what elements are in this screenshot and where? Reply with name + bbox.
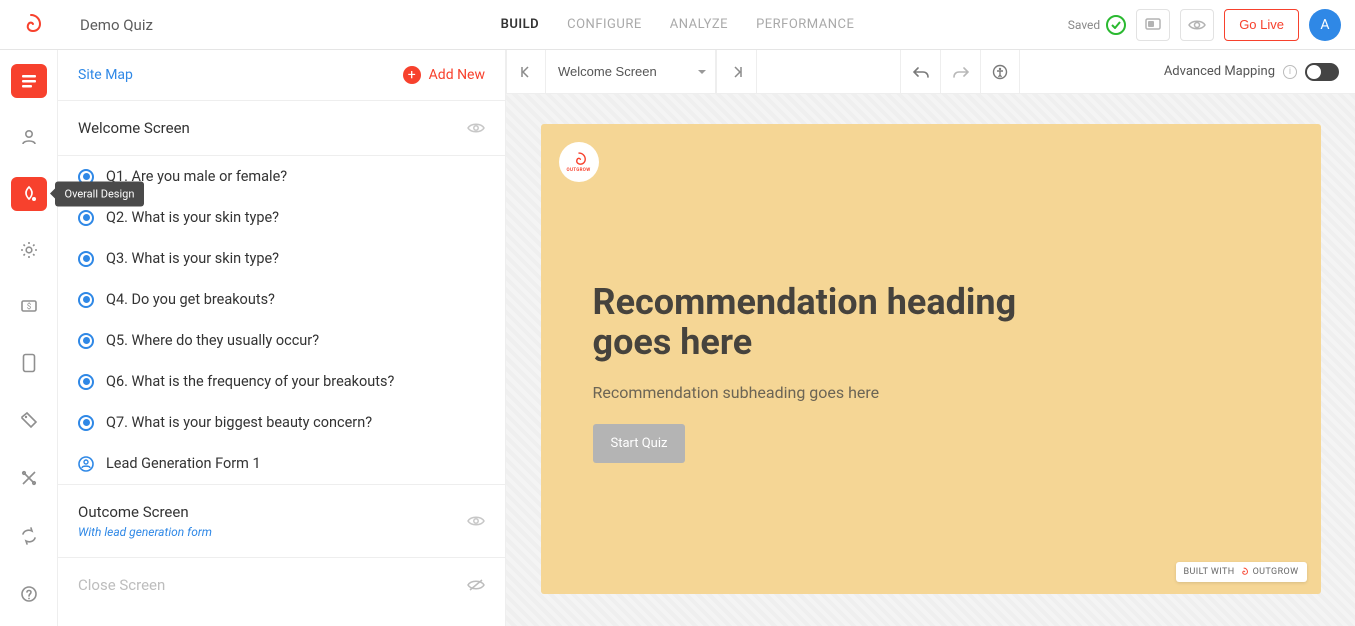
question-label: Q3. What is your skin type? — [106, 250, 279, 267]
welcome-screen-section[interactable]: Welcome Screen — [58, 101, 505, 156]
user-avatar[interactable]: A — [1309, 9, 1341, 41]
visibility-icon[interactable] — [467, 122, 485, 134]
advanced-mapping-label: Advanced Mapping — [1164, 64, 1275, 79]
device-toggle-button[interactable] — [1136, 9, 1170, 41]
undo-button[interactable] — [900, 50, 940, 94]
question-label: Q5. Where do they usually occur? — [106, 332, 319, 349]
close-screen-section[interactable]: Close Screen — [58, 558, 505, 612]
lead-form-label: Lead Generation Form 1 — [106, 455, 261, 472]
next-screen-button[interactable] — [717, 50, 757, 94]
badge-prefix: BUILT WITH — [1184, 567, 1235, 577]
tab-analyze[interactable]: ANALYZE — [670, 1, 728, 48]
redo-button[interactable] — [940, 50, 980, 94]
preview-card[interactable]: OUTGROW Recommendation heading goes here… — [541, 124, 1321, 594]
rail-design-icon[interactable]: Overall Design — [11, 177, 47, 211]
preview-logo: OUTGROW — [559, 142, 599, 182]
add-new-label: Add New — [429, 67, 485, 83]
outcome-title: Outcome Screen — [78, 503, 212, 521]
go-live-button[interactable]: Go Live — [1224, 9, 1299, 41]
project-title: Demo Quiz — [80, 16, 153, 34]
saved-check-icon — [1106, 15, 1126, 35]
rail-mobile-icon[interactable] — [11, 346, 47, 380]
preview-logo-text: OUTGROW — [567, 168, 591, 173]
radio-icon — [78, 251, 94, 267]
prev-screen-button[interactable] — [506, 50, 546, 94]
rail-design-tooltip: Overall Design — [55, 181, 145, 206]
question-item[interactable]: Q7. What is your biggest beauty concern? — [58, 402, 505, 443]
advanced-mapping-toggle[interactable] — [1305, 63, 1339, 81]
accessibility-button[interactable] — [980, 50, 1020, 94]
app-logo[interactable] — [16, 10, 46, 40]
svg-text:$: $ — [26, 302, 31, 311]
start-quiz-button[interactable]: Start Quiz — [593, 424, 686, 463]
sitemap-panel: Site Map + Add New Welcome Screen Q1. A — [58, 50, 506, 626]
add-new-button[interactable]: + Add New — [403, 66, 485, 84]
saved-label: Saved — [1068, 18, 1100, 32]
rail-payment-icon[interactable]: $ — [11, 289, 47, 323]
tab-build[interactable]: BUILD — [501, 1, 540, 48]
question-item[interactable]: Q3. What is your skin type? — [58, 238, 505, 279]
rail-help-icon[interactable] — [11, 576, 47, 612]
canvas-toolbar: Welcome Screen Advanced Ma — [506, 50, 1355, 94]
question-label: Q7. What is your biggest beauty concern? — [106, 414, 372, 431]
rail-content-icon[interactable] — [11, 64, 47, 98]
lead-form-item[interactable]: Lead Generation Form 1 — [58, 443, 505, 484]
radio-icon — [78, 374, 94, 390]
welcome-screen-title: Welcome Screen — [78, 119, 190, 137]
badge-brand: OUTGROW — [1253, 567, 1299, 577]
left-rail: Overall Design $ — [0, 50, 58, 626]
question-item[interactable]: Q6. What is the frequency of your breako… — [58, 361, 505, 402]
preview-subheading[interactable]: Recommendation subheading goes here — [593, 383, 1281, 402]
rail-tools-icon[interactable] — [11, 460, 47, 496]
question-label: Q2. What is your skin type? — [106, 209, 279, 226]
hidden-icon[interactable] — [467, 578, 485, 592]
close-screen-label: Close Screen — [78, 576, 165, 594]
radio-icon — [78, 210, 94, 226]
visibility-icon[interactable] — [467, 515, 485, 527]
question-label: Q4. Do you get breakouts? — [106, 291, 275, 308]
radio-icon — [78, 292, 94, 308]
plus-icon: + — [403, 66, 421, 84]
rail-tag-icon[interactable] — [11, 402, 47, 438]
rail-sync-icon[interactable] — [11, 518, 47, 554]
lead-form-icon — [78, 456, 94, 472]
info-icon[interactable]: i — [1283, 65, 1297, 79]
rail-settings-icon[interactable] — [11, 233, 47, 267]
question-item[interactable]: Q5. Where do they usually occur? — [58, 320, 505, 361]
tab-performance[interactable]: PERFORMANCE — [756, 1, 854, 48]
preview-heading[interactable]: Recommendation heading goes here — [593, 282, 1023, 363]
built-with-badge[interactable]: BUILT WITH OUTGROW — [1176, 562, 1307, 582]
saved-indicator: Saved — [1068, 15, 1126, 35]
sitemap-title[interactable]: Site Map — [78, 67, 133, 83]
screen-select[interactable]: Welcome Screen — [546, 50, 716, 94]
radio-icon — [78, 333, 94, 349]
question-item[interactable]: Q4. Do you get breakouts? — [58, 279, 505, 320]
preview-button[interactable] — [1180, 9, 1214, 41]
radio-icon — [78, 415, 94, 431]
tab-configure[interactable]: CONFIGURE — [567, 1, 642, 48]
outcome-screen-section[interactable]: Outcome Screen With lead generation form — [58, 484, 505, 558]
question-label: Q6. What is the frequency of your breako… — [106, 373, 394, 390]
outcome-subtitle: With lead generation form — [78, 525, 212, 539]
rail-user-icon[interactable] — [11, 120, 47, 154]
canvas-area: OUTGROW Recommendation heading goes here… — [506, 94, 1355, 626]
